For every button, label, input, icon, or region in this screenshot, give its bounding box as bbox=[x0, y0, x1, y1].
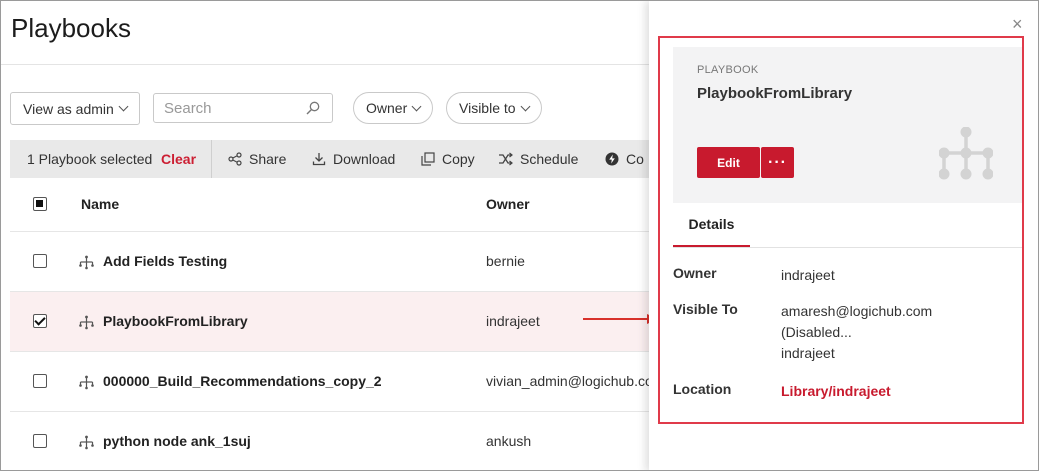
chevron-down-icon bbox=[411, 101, 422, 111]
select-all-checkbox[interactable] bbox=[33, 197, 47, 211]
share-label: Share bbox=[249, 151, 287, 167]
copy-icon bbox=[421, 152, 435, 166]
playbook-owner: ankush bbox=[486, 433, 532, 449]
playbook-name[interactable]: 000000_Build_Recommendations_copy_2 bbox=[103, 373, 382, 389]
table-header: Name Owner bbox=[10, 178, 649, 230]
copy-button[interactable]: Copy bbox=[421, 151, 475, 167]
download-label: Download bbox=[333, 151, 396, 167]
playbook-icon bbox=[79, 315, 94, 330]
download-button[interactable]: Download bbox=[312, 151, 395, 167]
owner-filter[interactable]: Owner bbox=[353, 92, 434, 124]
playbook-name[interactable]: PlaybookFromLibrary bbox=[103, 313, 248, 329]
lightning-icon bbox=[605, 152, 619, 166]
row-checkbox[interactable] bbox=[33, 314, 47, 328]
playbook-owner: indrajeet bbox=[486, 313, 540, 329]
view-as-dropdown[interactable]: View as admin bbox=[10, 92, 140, 125]
app-window: Playbooks View as admin Owner Visible to… bbox=[0, 0, 1039, 471]
share-button[interactable]: Share bbox=[228, 151, 286, 167]
search-box[interactable] bbox=[153, 93, 333, 123]
chevron-down-icon bbox=[520, 101, 531, 111]
view-as-label: View as admin bbox=[23, 100, 114, 117]
search-icon[interactable] bbox=[306, 101, 320, 115]
chevron-down-icon bbox=[118, 101, 129, 112]
schedule-button[interactable]: Schedule bbox=[498, 151, 578, 167]
visible-to-filter-label: Visible to bbox=[459, 100, 516, 116]
bulk-action-toolbar: 1 Playbook selected Clear Share Download… bbox=[10, 140, 649, 178]
share-icon bbox=[228, 152, 242, 166]
clear-selection-link[interactable]: Clear bbox=[161, 151, 196, 167]
table-row[interactable]: Add Fields Testing bernie bbox=[10, 231, 649, 292]
visible-to-filter[interactable]: Visible to bbox=[446, 92, 542, 124]
schedule-label: Schedule bbox=[520, 151, 579, 167]
page-title: Playbooks bbox=[11, 13, 131, 43]
playbook-details-panel: × PLAYBOOK PlaybookFromLibrary Edit ··· bbox=[649, 1, 1038, 470]
playbook-owner: bernie bbox=[486, 253, 525, 269]
playbook-icon bbox=[79, 375, 94, 390]
playbook-owner: vivian_admin@logichub.com bbox=[486, 373, 665, 389]
playbook-icon bbox=[79, 435, 94, 450]
callout-arrow-icon bbox=[583, 314, 658, 324]
download-icon bbox=[312, 153, 326, 166]
close-icon[interactable]: × bbox=[1012, 15, 1023, 33]
copy-label: Copy bbox=[442, 151, 475, 167]
connect-label: Co bbox=[626, 151, 644, 167]
shuffle-icon bbox=[499, 152, 513, 166]
row-checkbox[interactable] bbox=[33, 434, 47, 448]
playbook-name[interactable]: python node ank_1suj bbox=[103, 433, 251, 449]
owner-filter-label: Owner bbox=[366, 100, 408, 116]
connect-button[interactable]: Co bbox=[605, 151, 644, 167]
table-row-selected[interactable]: PlaybookFromLibrary indrajeet bbox=[10, 291, 649, 352]
table-row[interactable]: python node ank_1suj ankush bbox=[10, 411, 649, 470]
title-divider bbox=[1, 64, 649, 65]
highlight-box bbox=[658, 36, 1024, 424]
selection-count: 1 Playbook selected bbox=[27, 151, 153, 167]
search-input[interactable] bbox=[162, 99, 306, 118]
playbook-icon bbox=[79, 255, 94, 270]
column-header-name[interactable]: Name bbox=[81, 196, 119, 212]
row-checkbox[interactable] bbox=[33, 254, 47, 268]
toolbar-divider bbox=[211, 140, 212, 178]
row-checkbox[interactable] bbox=[33, 374, 47, 388]
table-row[interactable]: 000000_Build_Recommendations_copy_2 vivi… bbox=[10, 351, 664, 412]
column-header-owner[interactable]: Owner bbox=[486, 196, 530, 212]
playbook-name[interactable]: Add Fields Testing bbox=[103, 253, 227, 269]
